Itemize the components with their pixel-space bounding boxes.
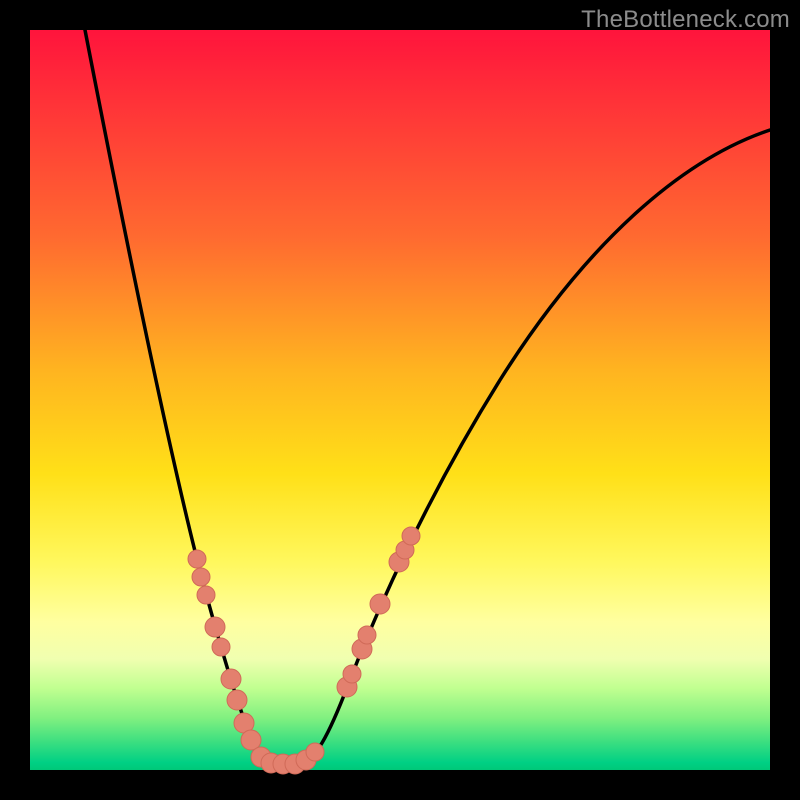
data-point [370,594,390,614]
data-point [402,527,420,545]
data-point [343,665,361,683]
curve-left-branch [85,30,270,763]
chart-frame: TheBottleneck.com [0,0,800,800]
curve-right-branch [303,130,770,763]
data-point [188,550,206,568]
data-point [306,743,324,761]
data-point [221,669,241,689]
data-point [227,690,247,710]
data-point [358,626,376,644]
plot-area [30,30,770,770]
data-point [205,617,225,637]
data-point [192,568,210,586]
data-point [212,638,230,656]
curve-layer [30,30,770,770]
data-points [188,527,420,774]
watermark-text: TheBottleneck.com [581,6,790,34]
data-point [197,586,215,604]
